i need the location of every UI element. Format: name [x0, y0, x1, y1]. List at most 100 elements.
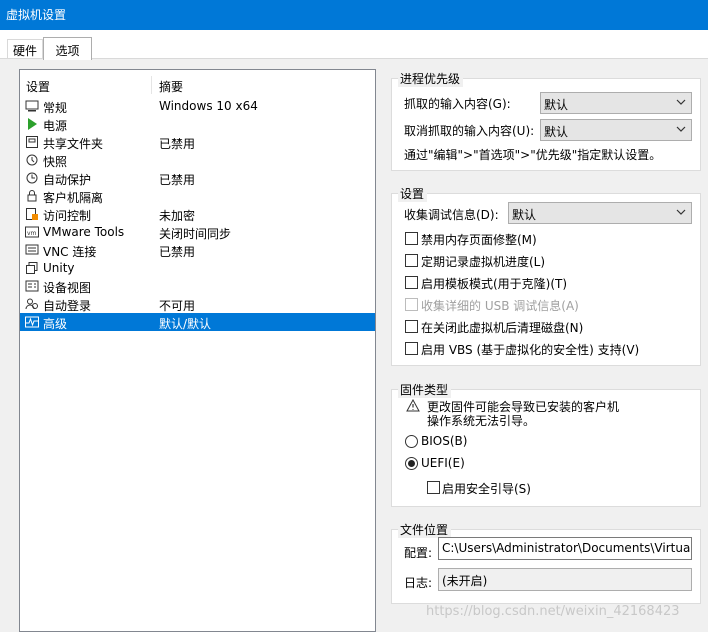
lock-icon	[27, 190, 37, 202]
list-item-shared-folders[interactable]: 共享文件夹 已禁用	[20, 133, 375, 151]
usb-debug-label: 收集详细的 USB 调试信息(A)	[421, 299, 579, 313]
list-item-summary: 不可用	[159, 299, 196, 313]
log-path-value: (未开启)	[442, 574, 488, 588]
tab-strip	[0, 30, 708, 60]
list-item-advanced[interactable]: 高级 默认/默认	[20, 313, 375, 331]
list-item-name: 自动保护	[43, 173, 92, 187]
template-mode-label[interactable]: 启用模板模式(用于克隆)(T)	[421, 275, 567, 292]
list-item-name: VNC 连接	[43, 245, 97, 259]
tab-hardware[interactable]: 硬件	[7, 39, 43, 59]
list-item-summary: 默认/默认	[159, 317, 212, 331]
secure-boot-label[interactable]: 启用安全引导(S)	[442, 480, 531, 497]
warning-icon	[406, 399, 420, 412]
config-path-field[interactable]: C:\Users\Administrator\Documents\Virtual…	[438, 537, 692, 560]
process-priority-title: 进程优先级	[398, 70, 464, 87]
autoprotect-clock-icon	[26, 172, 38, 184]
firmware-group: 固件类型 更改固件可能会导致已安装的客户机 操作系统无法引导。 BIOS(B) …	[391, 381, 701, 507]
list-item-name: 快照	[43, 155, 68, 169]
column-header-setting[interactable]: 设置	[26, 78, 50, 95]
log-progress-label[interactable]: 定期记录虚拟机进度(L)	[421, 253, 545, 270]
vbs-support-checkbox[interactable]	[405, 342, 418, 355]
list-item-summary: 已禁用	[159, 173, 196, 187]
list-item-name: Unity	[43, 261, 75, 275]
column-separator[interactable]	[151, 76, 152, 94]
priority-hint: 通过"编辑">"首选项">"优先级"指定默认设置。	[404, 148, 662, 162]
tab-options[interactable]: 选项	[43, 37, 92, 60]
template-mode-checkbox[interactable]	[405, 276, 418, 289]
clean-disk-label[interactable]: 在关闭此虚拟机后清理磁盘(N)	[421, 319, 583, 336]
window-title: 虚拟机设置	[6, 8, 67, 22]
grabbed-input-select[interactable]: 默认	[540, 92, 692, 114]
clean-disk-checkbox[interactable]	[405, 320, 418, 333]
log-path-label: 日志:	[404, 576, 433, 590]
list-item-summary: 已禁用	[159, 245, 196, 259]
config-path-label: 配置:	[404, 546, 433, 560]
list-item-unity[interactable]: Unity	[20, 259, 375, 277]
list-item-vmware-tools[interactable]: vm VMware Tools 关闭时间同步	[20, 223, 375, 241]
access-control-icon	[26, 208, 38, 220]
log-progress-checkbox[interactable]	[405, 254, 418, 267]
list-item-device-view[interactable]: 设备视图	[20, 277, 375, 295]
disable-memory-trim-checkbox[interactable]	[405, 232, 418, 245]
list-item-name: 客户机隔离	[43, 191, 104, 205]
config-path-value: C:\Users\Administrator\Documents\Virtual…	[442, 541, 692, 555]
snapshot-icon	[26, 154, 38, 166]
process-priority-group: 进程优先级 抓取的输入内容(G): 默认 取消抓取的输入内容(U): 默认 通过…	[391, 70, 701, 171]
unity-icon	[26, 262, 38, 274]
debug-info-label: 收集调试信息(D):	[404, 208, 499, 222]
bios-radio[interactable]	[405, 435, 418, 448]
file-location-title: 文件位置	[398, 521, 452, 538]
secure-boot-checkbox[interactable]	[427, 481, 440, 494]
device-view-icon	[25, 280, 39, 292]
list-header: 设置 摘要	[20, 76, 375, 94]
list-item-autologin[interactable]: 自动登录 不可用	[20, 295, 375, 313]
list-item-access-control[interactable]: 访问控制 未加密	[20, 205, 375, 223]
settings-group: 设置 收集调试信息(D): 默认 禁用内存页面修整(M) 定期记录虚拟机进度(L…	[391, 185, 701, 366]
ungrabbed-input-select[interactable]: 默认	[540, 119, 692, 141]
settings-title: 设置	[398, 185, 428, 202]
tab-hardware-label: 硬件	[12, 44, 37, 58]
list-item-name: 访问控制	[43, 209, 92, 223]
usb-debug-checkbox	[405, 298, 418, 311]
vbs-support-label[interactable]: 启用 VBS (基于虚拟化的安全性) 支持(V)	[421, 341, 639, 358]
chevron-down-icon	[676, 99, 686, 105]
list-item-snapshot[interactable]: 快照	[20, 151, 375, 169]
list-item-name: 自动登录	[43, 299, 92, 313]
list-item-vnc[interactable]: VNC 连接 已禁用	[20, 241, 375, 259]
firmware-warning-line2: 操作系统无法引导。	[427, 414, 536, 428]
uefi-radio[interactable]	[405, 457, 418, 470]
bios-radio-label[interactable]: BIOS(B)	[421, 434, 467, 448]
list-item-name: 常规	[43, 101, 68, 115]
autologin-users-icon	[25, 298, 38, 310]
list-item-name: 高级	[43, 317, 68, 331]
vnc-icon	[25, 244, 39, 255]
shared-folders-icon	[26, 136, 38, 148]
list-item-name: 电源	[43, 119, 68, 133]
grabbed-input-label: 抓取的输入内容(G):	[404, 97, 511, 111]
log-path-field: (未开启)	[438, 568, 692, 591]
debug-info-select[interactable]: 默认	[508, 202, 692, 224]
watermark: https://blog.csdn.net/weixin_42168423	[426, 604, 680, 619]
disable-memory-trim-label[interactable]: 禁用内存页面修整(M)	[421, 231, 537, 248]
list-item-general[interactable]: 常规 Windows 10 x64	[20, 97, 375, 115]
chevron-down-icon	[676, 126, 686, 132]
general-icon	[25, 100, 39, 112]
ungrabbed-input-value: 默认	[544, 125, 569, 139]
list-item-autoprotect[interactable]: 自动保护 已禁用	[20, 169, 375, 187]
ungrabbed-input-label: 取消抓取的输入内容(U):	[404, 124, 535, 138]
file-location-group: 文件位置 配置: C:\Users\Administrator\Document…	[391, 521, 701, 604]
list-item-name: 共享文件夹	[43, 137, 104, 151]
uefi-radio-label[interactable]: UEFI(E)	[421, 456, 465, 470]
column-header-summary[interactable]: 摘要	[159, 78, 183, 95]
list-item-name: 设备视图	[43, 281, 92, 295]
settings-list[interactable]: 设置 摘要 常规 Windows 10 x64 电源 共享文件夹 已禁用 快照 …	[19, 69, 376, 632]
list-item-summary: 已禁用	[159, 137, 196, 151]
list-item-power[interactable]: 电源	[20, 115, 375, 133]
list-item-summary: 关闭时间同步	[159, 227, 232, 241]
grabbed-input-value: 默认	[544, 98, 569, 112]
list-item-summary: Windows 10 x64	[159, 99, 258, 113]
list-item-isolation[interactable]: 客户机隔离	[20, 187, 375, 205]
title-bar: 虚拟机设置	[0, 0, 708, 30]
advanced-pulse-icon	[25, 316, 39, 328]
vmware-tools-icon: vm	[25, 226, 39, 238]
